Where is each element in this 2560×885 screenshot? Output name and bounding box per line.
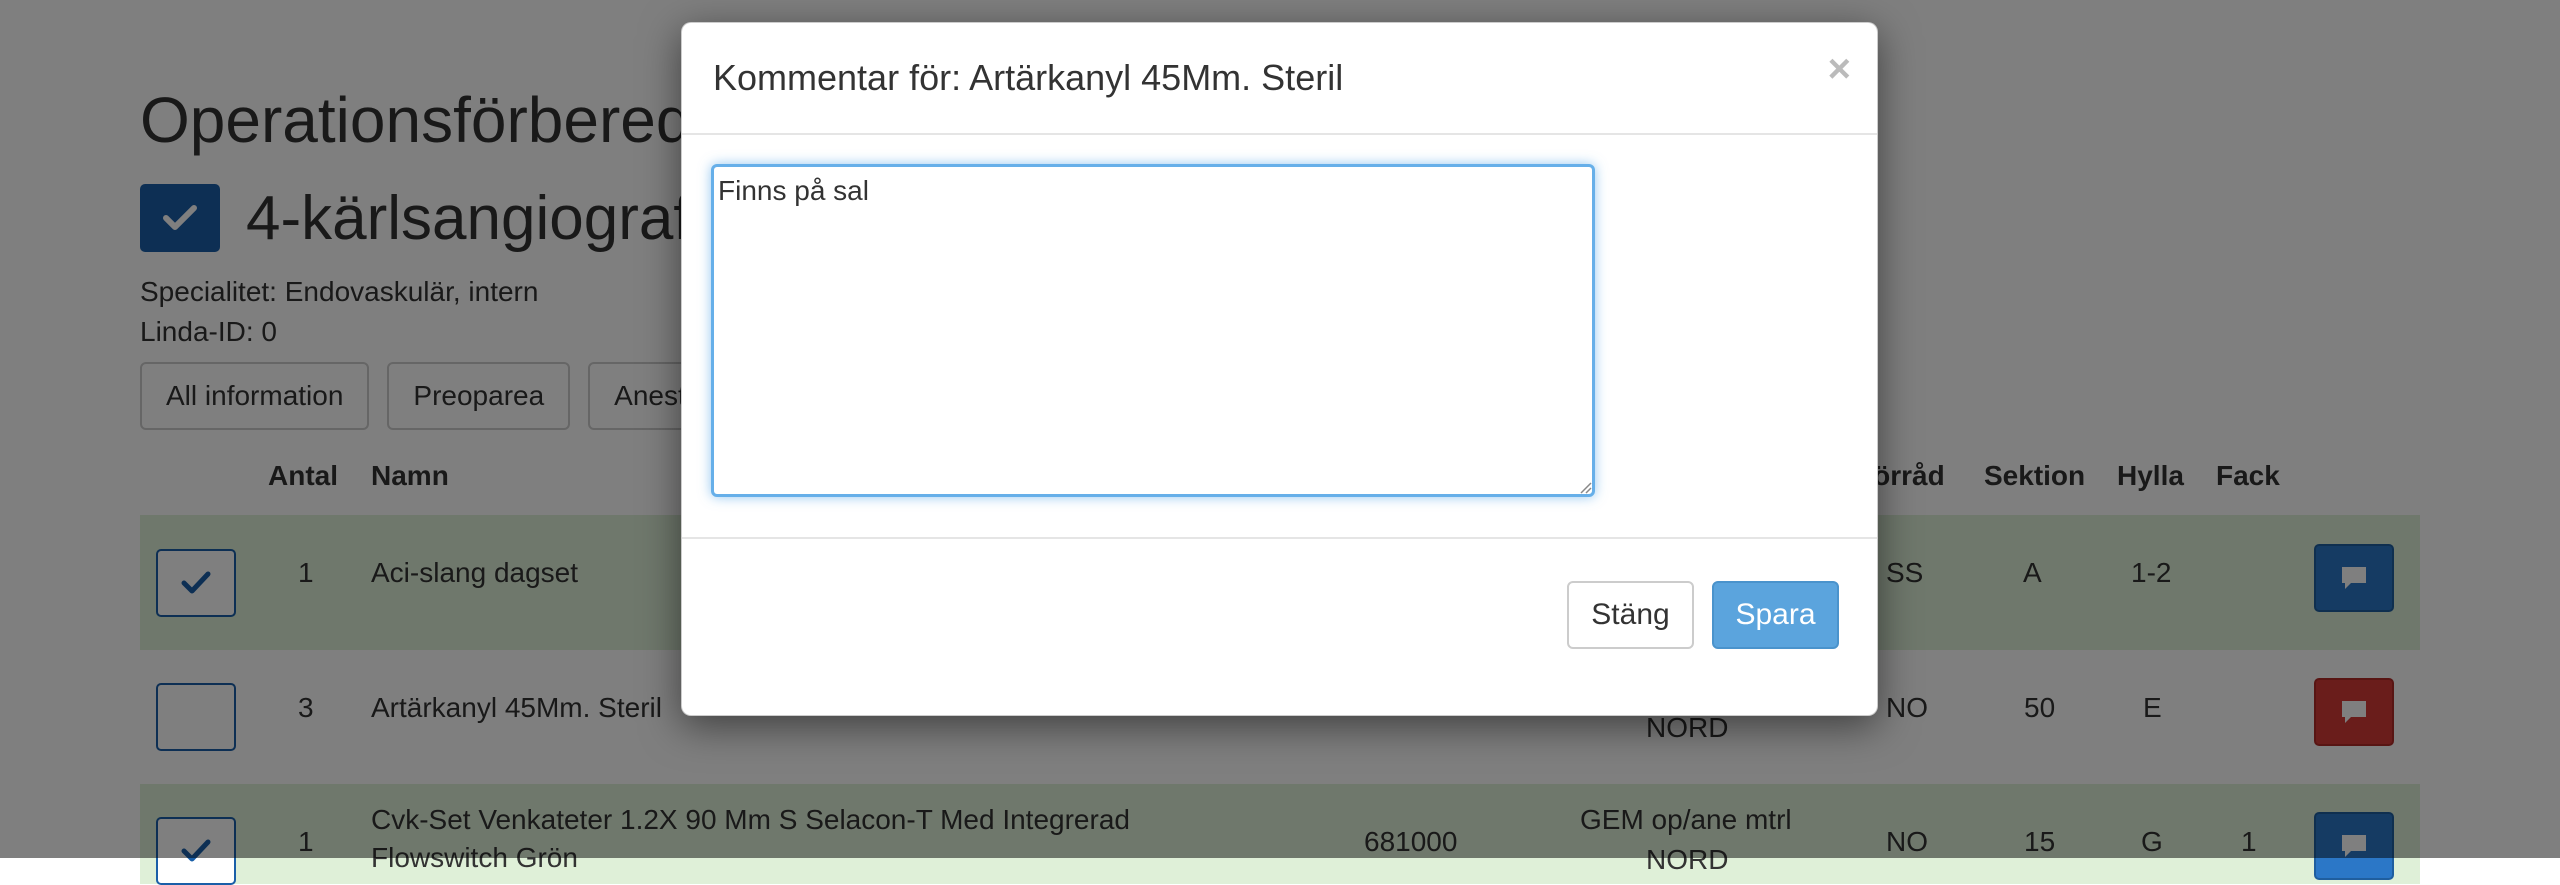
save-button[interactable]: Spara — [1712, 581, 1839, 649]
resize-handle-icon[interactable] — [1578, 480, 1592, 494]
comment-textarea[interactable]: Finns på sal — [711, 164, 1595, 497]
modal-footer: Stäng Spara — [682, 537, 1877, 717]
close-icon[interactable]: × — [1828, 49, 1851, 89]
modal-title: Kommentar för: Artärkanyl 45Mm. Steril — [713, 57, 1344, 98]
modal-header: Kommentar för: Artärkanyl 45Mm. Steril × — [682, 23, 1877, 135]
comment-modal: Kommentar för: Artärkanyl 45Mm. Steril ×… — [681, 22, 1878, 716]
close-button[interactable]: Stäng — [1567, 581, 1694, 649]
